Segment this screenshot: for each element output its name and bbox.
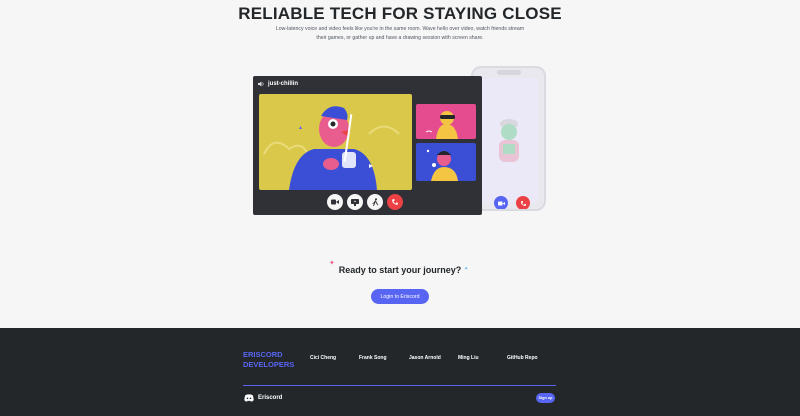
video-tile-3 (416, 143, 476, 181)
character-singing-illustration (426, 149, 458, 181)
speaker-icon (258, 81, 264, 87)
hero-description: Low-latency voice and video feels like y… (275, 26, 525, 41)
footer-link-jason-arnold[interactable]: Jason Arnold (409, 355, 441, 361)
activity-icon (371, 198, 378, 206)
hangup-button[interactable] (387, 194, 403, 210)
footer: ERISCORD DEVELOPERS Cici Cheng Frank Son… (0, 328, 800, 416)
phone-mockup (471, 66, 546, 211)
login-button[interactable]: Login to Eriscord (371, 289, 429, 304)
footer-link-ming-liu[interactable]: Ming Liu (458, 355, 479, 361)
cta-title: Ready to start your journey? (338, 265, 462, 275)
video-toggle-button[interactable] (327, 194, 343, 210)
video-icon (331, 199, 339, 205)
footer-link-cici-cheng[interactable]: Cici Cheng (310, 355, 336, 361)
screen-share-icon (351, 198, 359, 206)
footer-logo-text: Eriscord (258, 395, 283, 401)
phone-screen (479, 78, 538, 209)
channel-header: just-chillin (258, 81, 298, 87)
discord-logo-icon (244, 394, 254, 402)
footer-link-frank-song[interactable]: Frank Song (359, 355, 387, 361)
footer-divider (243, 385, 556, 386)
brand-line-1: ERISCORD (243, 350, 283, 359)
hangup-icon (392, 199, 398, 205)
footer-link-github-repo[interactable]: GitHub Repo (507, 355, 538, 361)
footer-brand: ERISCORD DEVELOPERS (243, 350, 294, 370)
screen-share-button[interactable] (347, 194, 363, 210)
character-sunglasses-illustration (425, 111, 458, 139)
phone-notch (497, 70, 521, 75)
activity-button[interactable] (367, 194, 383, 210)
footer-logo[interactable]: Eriscord (244, 394, 282, 402)
main-video-tile (259, 94, 412, 190)
signup-button[interactable]: Sign up (536, 393, 555, 403)
phone-character-illustration (499, 119, 519, 162)
phone-hangup-button[interactable] (516, 196, 530, 209)
hero-title: RELIABLE TECH FOR STAYING CLOSE (238, 4, 562, 23)
video-tile-2 (416, 104, 476, 139)
character-drinking-illustration (263, 106, 400, 190)
phone-video-button[interactable] (494, 196, 508, 209)
hangup-icon (520, 200, 526, 206)
channel-name: just-chillin (268, 81, 298, 87)
brand-line-2: DEVELOPERS (243, 360, 295, 369)
video-call-window: just-chillin (253, 76, 482, 215)
video-icon (497, 201, 505, 205)
sparkle-icon: · (407, 253, 408, 257)
call-controls (327, 194, 403, 210)
